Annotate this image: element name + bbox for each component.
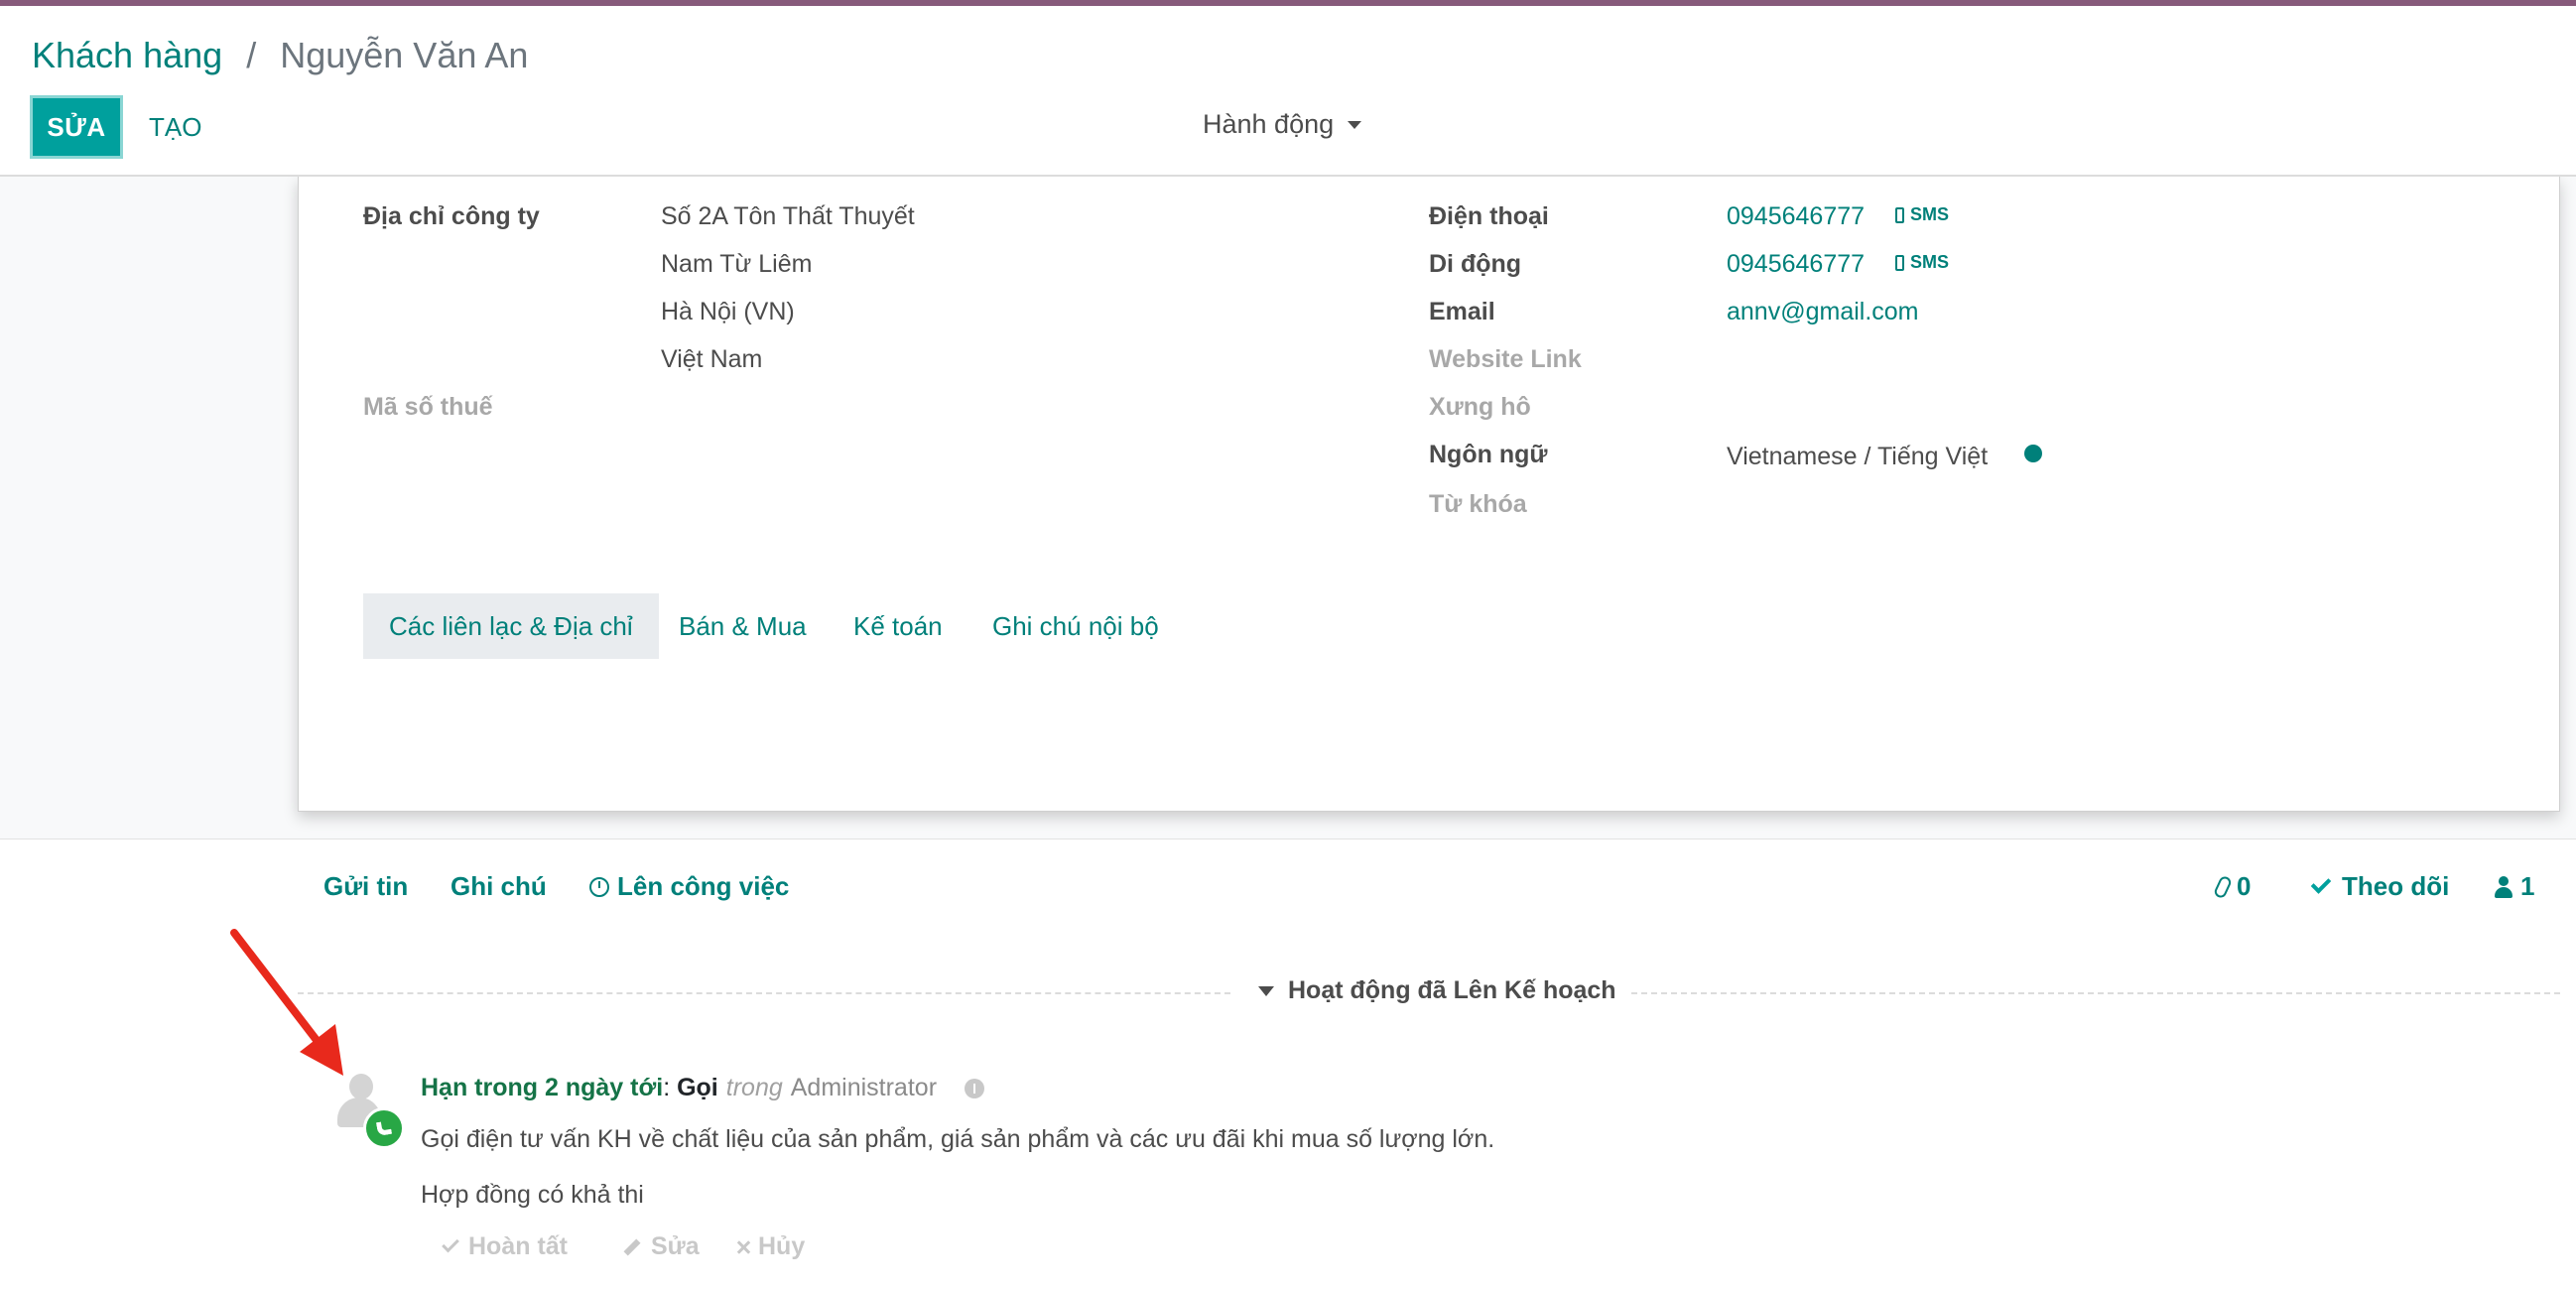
mobile-link[interactable]: 0945646777 [1727,250,1865,279]
mobile-sms-button[interactable]: SMS [1895,252,1949,273]
control-panel: Khách hàng / Nguyễn Văn An SỬA TẠO Hành … [0,6,2576,177]
send-message-button[interactable]: Gửi tin [323,871,408,902]
tab-contacts-addresses[interactable]: Các liên lạc & Địa chỉ [363,593,659,659]
breadcrumb-current: Nguyễn Văn An [280,35,529,75]
activity-in-word: trong [725,1074,783,1101]
activity-header: Hạn trong 2 ngày tới : Gọi trong Adminis… [421,1074,985,1102]
actions-dropdown-label: Hành động [1203,109,1335,139]
email-label: Email [1429,298,1495,325]
schedule-activity-label: Lên công việc [617,871,790,901]
phone-sms-button[interactable]: SMS [1895,204,1949,225]
phone-call-icon [363,1107,405,1149]
address-street: Số 2A Tôn Thất Thuyết [661,202,915,230]
user-icon [2495,875,2512,898]
followers-button[interactable]: 1 [2495,871,2534,902]
mark-done-button[interactable]: Hoàn tất [442,1232,568,1261]
mobile-label: Di động [1429,250,1522,278]
edit-activity-label: Sửa [651,1232,700,1260]
paperclip-icon [2212,873,2234,900]
activity-type: Gọi [677,1074,718,1101]
create-button[interactable]: TẠO [149,95,201,159]
planned-activities-toggle[interactable]: Hoạt động đã Lên Kế hoạch [1258,976,1616,1005]
activity-assignee: Administrator [790,1074,938,1101]
address-district: Nam Từ Liêm [661,250,813,278]
email-link[interactable]: annv@gmail.com [1727,298,1919,326]
phone-label: Điện thoại [1429,202,1549,230]
edit-activity-button[interactable]: Sửa [623,1232,700,1261]
check-icon [442,1234,459,1253]
edit-button[interactable]: SỬA [30,95,123,159]
language-value: Vietnamese / Tiếng Việt [1727,443,1989,470]
schedule-activity-button[interactable]: Lên công việc [589,871,789,902]
website-label: Website Link [1429,345,1582,373]
info-icon[interactable] [965,1078,985,1098]
followers-count: 1 [2520,871,2535,901]
tab-accounting[interactable]: Kế toán [828,593,968,659]
divider-left [298,992,1230,994]
caret-down-icon [1348,120,1362,129]
caret-down-icon [1258,985,1274,996]
sms-label: SMS [1910,252,1950,272]
tags-label: Từ khóa [1429,490,1527,518]
language-label: Ngôn ngữ [1429,441,1548,468]
phone-link[interactable]: 0945646777 [1727,202,1865,231]
globe-icon[interactable] [2024,445,2042,462]
planned-activities-title: Hoạt động đã Lên Kế hoạch [1288,976,1616,1004]
address-city: Hà Nội (VN) [661,298,795,325]
tab-internal-notes[interactable]: Ghi chú nội bộ [966,593,1185,659]
cancel-activity-button[interactable]: Hủy [736,1232,805,1261]
clock-icon [589,876,609,897]
tax-id-label: Mã số thuế [363,393,493,421]
attachments-count: 0 [2237,871,2252,901]
sms-label: SMS [1910,204,1950,224]
activity-due: Hạn trong 2 ngày tới [421,1074,664,1101]
check-icon [2310,873,2332,894]
pencil-icon [623,1238,641,1255]
breadcrumb-separator: / [246,35,257,75]
actions-dropdown[interactable]: Hành động [1203,109,1362,140]
title-label: Xưng hô [1429,393,1531,421]
mobile-icon [1895,206,1904,223]
follow-label: Theo dõi [2342,871,2450,901]
close-icon [736,1240,750,1254]
tab-sales-purchase[interactable]: Bán & Mua [653,593,833,659]
activity-summary: Hợp đồng có khả thi [421,1181,644,1209]
mark-done-label: Hoàn tất [468,1232,568,1260]
cancel-activity-label: Hủy [758,1232,806,1260]
company-address-label: Địa chỉ công ty [363,202,540,230]
follow-button[interactable]: Theo dõi [2310,871,2450,902]
mobile-icon [1895,254,1904,271]
divider-right [1631,992,2560,994]
attachments-button[interactable]: 0 [2212,871,2252,902]
breadcrumb-parent-link[interactable]: Khách hàng [32,35,222,75]
breadcrumb: Khách hàng / Nguyễn Văn An [32,34,528,77]
log-note-button[interactable]: Ghi chú [451,871,547,902]
annotation-arrow-icon [230,929,343,1076]
activity-note: Gọi điện tư vấn KH về chất liệu của sản … [421,1125,1495,1153]
address-country: Việt Nam [661,345,763,373]
